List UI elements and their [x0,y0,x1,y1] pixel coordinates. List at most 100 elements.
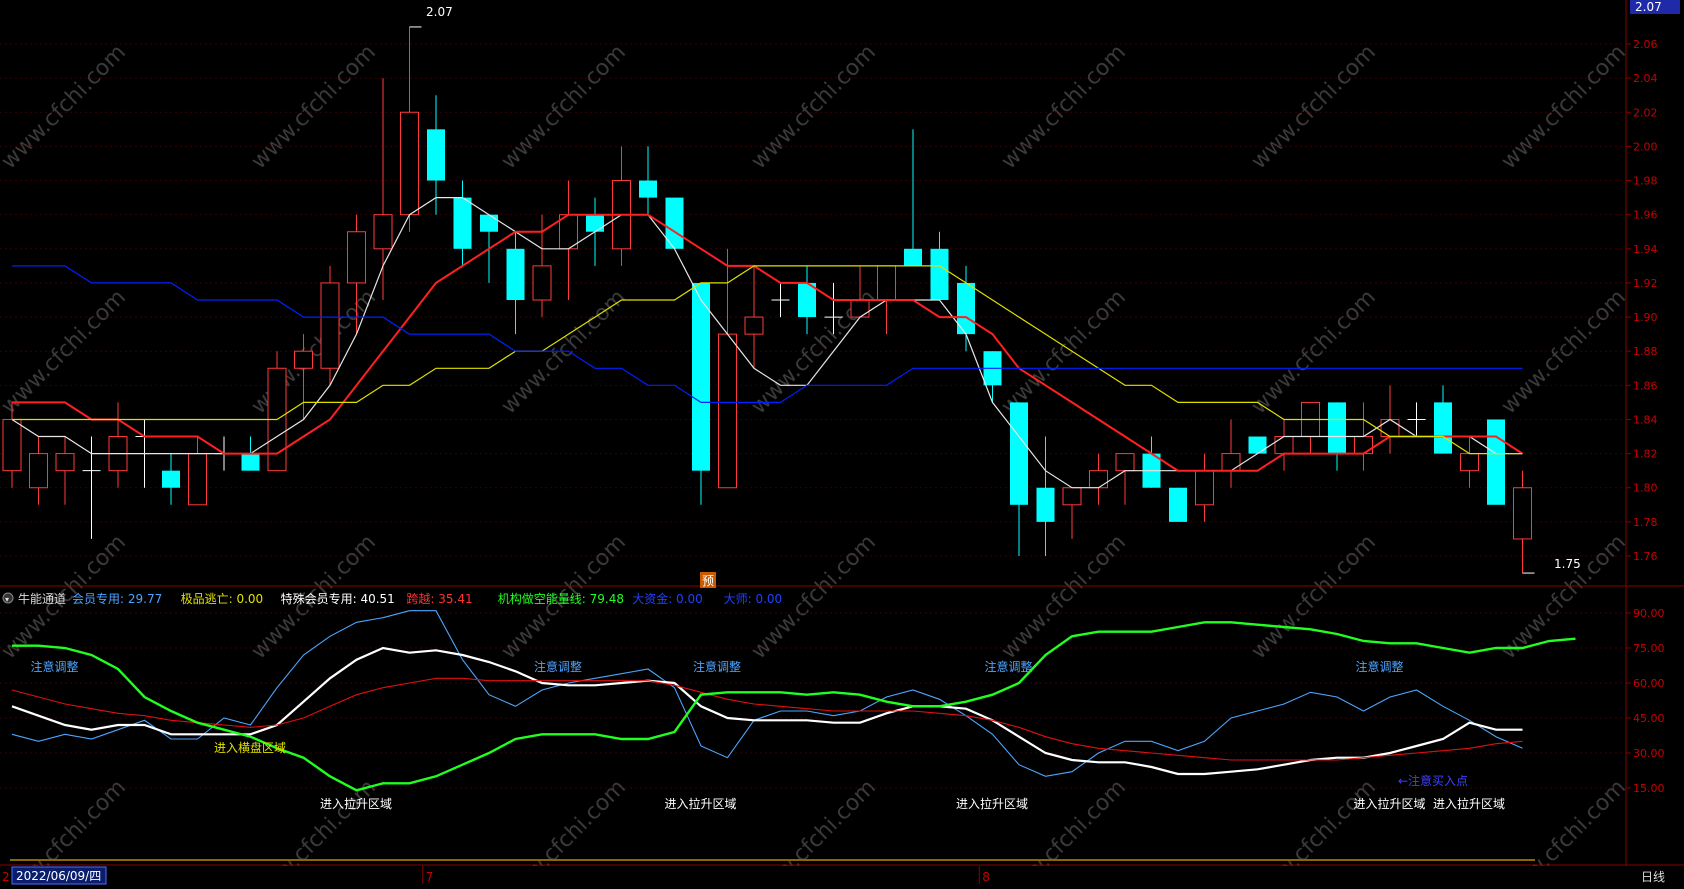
enter-lift-label: 进入拉升区域 [1354,796,1426,811]
candle-body-up [373,214,393,250]
month-label: 7 [426,870,434,884]
candle-body-down [692,282,710,471]
forecast-badge: 预 [702,574,714,588]
osc-tick-label: 30.00 [1633,747,1665,760]
price-tick-label: 1.92 [1633,277,1658,290]
candle-body-up [744,316,764,335]
candle-body-up [294,350,313,369]
enter-lift-label: 进入拉升区域 [1433,796,1505,811]
candle-body-down [1248,436,1267,454]
price-tick-label: 1.94 [1633,243,1658,256]
candle-body-up [1089,470,1108,489]
min-price-marker: 1.75 [1554,557,1581,571]
candle-body-down [241,453,260,471]
candle-body-up [1460,453,1479,472]
current-price-tag: 2.07 [1635,0,1662,14]
osc-tick-label: 90.00 [1633,607,1665,620]
legend-item: 机构做空能量线: 79.48 [498,591,624,606]
price-tick-label: 1.90 [1633,311,1658,324]
candle-body-up [1115,453,1135,472]
osc-tick-label: 75.00 [1633,642,1665,655]
candle-body-up [29,453,48,489]
enter-lift-label: 进入拉升区域 [665,796,737,811]
month-label: 8 [982,870,990,884]
candle-body-up [532,265,552,301]
candle-body-up [188,453,207,506]
chart-canvas[interactable]: www.cfchi.com www.cfchi.com www.cfchi.com w… [0,0,1684,889]
price-tick-label: 2.02 [1633,106,1658,119]
max-price-marker: 2.07 [426,5,453,19]
price-tick-label: 1.98 [1633,175,1658,188]
date-label: 2022/06/09/四 [16,869,101,883]
candle-body-up [2,418,22,472]
attention-label: 注意调整 [534,659,582,674]
candle-body-down [1487,419,1505,505]
attention-label: 注意调整 [1356,659,1404,674]
price-tick-label: 1.96 [1633,209,1658,222]
bottom-axis-bar [0,866,1640,885]
enter-lift-label: 进入拉升区域 [956,796,1028,811]
candle-body-down [930,248,949,300]
candle-body-down [453,197,472,249]
price-tick-label: 1.78 [1633,516,1658,529]
enter-lift-label: 进入拉升区域 [320,796,392,811]
candle-body-down [480,214,498,232]
price-tick-label: 1.84 [1633,413,1658,426]
bottom-left-mark: 2 [2,870,10,884]
candle-body-up [718,333,737,489]
chevron-down-icon: ▾ [5,595,9,604]
candle-body-up [1195,470,1214,506]
candle-body-up [55,453,75,472]
candle-body-down [162,470,180,488]
candle-body-down [1036,487,1055,522]
legend-item: 大师: 0.00 [724,592,783,606]
candle-body-down [1010,402,1028,505]
candle-body-down [427,129,445,181]
candle-body-down [1328,402,1346,454]
candle-body-down [639,180,657,198]
price-tick-label: 1.86 [1633,379,1658,392]
candle-body-down [1169,487,1187,522]
stock-chart[interactable]: www.cfchi.com www.cfchi.com www.cfchi.com w… [0,0,1684,889]
candle-body-down [586,214,604,232]
attention-label: 注意调整 [31,659,79,674]
osc-tick-label: 15.00 [1633,782,1665,795]
candle-body-down [904,248,922,266]
price-tick-label: 1.80 [1633,482,1658,495]
candle [1169,487,1187,522]
price-tick-label: 1.88 [1633,345,1658,358]
price-tick-label: 2.06 [1633,38,1658,51]
legend-item: 特殊会员专用: 40.51 [281,591,395,606]
buy-point-label: ←注意买入点 [1398,773,1468,788]
candle-body-down [1434,402,1452,454]
candle-body-up [1354,436,1373,455]
candle-body-up [1062,487,1082,506]
price-tick-label: 2.04 [1633,72,1658,85]
candle-body-up [400,111,419,216]
candle-body-up [850,299,870,318]
enter-sideways-label: 进入横盘区域 [214,740,286,755]
attention-label: 注意调整 [985,659,1033,674]
indicator-name: 牛能通道 [18,591,66,606]
price-tick-label: 2.00 [1633,140,1658,153]
candle-body-up [347,231,366,284]
candle-body-up [320,282,340,369]
candle [320,265,340,386]
legend-item: 大资金: 0.00 [632,591,703,606]
candle [1487,419,1505,505]
candle-body-up [1274,436,1294,455]
legend-item: 极品逃亡: 0.00 [181,592,264,606]
candle-body-up [877,265,896,301]
candle-body-down [506,248,525,300]
attention-label: 注意调整 [693,659,741,674]
legend-item: 会员专用: 29.77 [72,591,162,606]
candle-body-up [1221,453,1241,472]
price-tick-label: 1.82 [1633,448,1658,461]
price-tick-label: 1.76 [1633,550,1658,563]
legend-item: 跨越: 35.41 [406,592,472,606]
candle-body-up [1513,487,1532,540]
candle-body-up [1380,418,1400,438]
osc-tick-label: 60.00 [1633,677,1665,690]
osc-tick-label: 45.00 [1633,712,1665,725]
period-label[interactable]: 日线 [1641,870,1665,884]
